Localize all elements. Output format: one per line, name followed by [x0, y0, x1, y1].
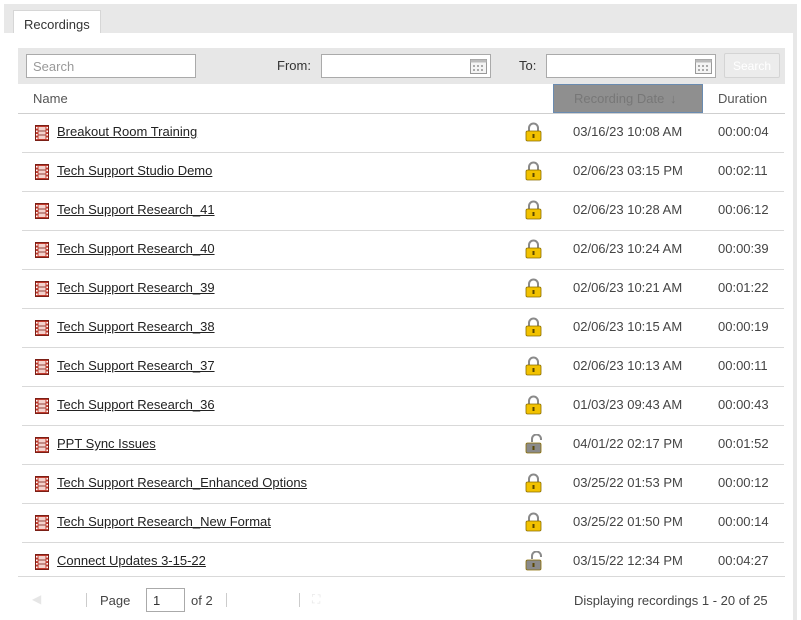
recording-date: 02/06/23 10:21 AM	[573, 280, 683, 295]
from-label: From:	[277, 58, 311, 73]
lock-closed-icon[interactable]	[525, 239, 542, 259]
divider	[299, 593, 300, 607]
to-date-field[interactable]	[546, 54, 716, 78]
film-icon	[35, 125, 49, 141]
recording-date: 03/25/22 01:53 PM	[573, 475, 683, 490]
recording-name-link[interactable]: Tech Support Research_41	[57, 202, 215, 217]
lock-closed-icon[interactable]	[525, 395, 542, 415]
lock-closed-icon[interactable]	[525, 122, 542, 142]
recording-name-link[interactable]: Connect Updates 3-15-22	[57, 553, 206, 568]
table-header: Name Recording Date ↓ Duration	[18, 84, 785, 114]
recording-duration: 00:00:39	[718, 241, 769, 256]
film-icon	[35, 359, 49, 375]
divider	[226, 593, 227, 607]
recording-date: 03/25/22 01:50 PM	[573, 514, 683, 529]
lock-closed-icon[interactable]	[525, 356, 542, 376]
table-row[interactable]: Tech Support Research_40 02/06/23 10:24 A…	[22, 231, 784, 270]
recording-name-link[interactable]: Tech Support Research_New Format	[57, 514, 271, 529]
table-row[interactable]: Tech Support Research_38 02/06/23 10:15 A…	[22, 309, 784, 348]
search-button[interactable]: Search	[724, 53, 780, 78]
film-icon	[35, 476, 49, 492]
recording-date: 03/15/22 12:34 PM	[573, 553, 683, 568]
recording-duration: 00:00:12	[718, 475, 769, 490]
film-icon	[35, 281, 49, 297]
lock-closed-icon[interactable]	[525, 473, 542, 493]
page-count-label: of 2	[191, 593, 213, 608]
table-row[interactable]: Tech Support Studio Demo 02/06/23 03:15 P…	[22, 153, 784, 192]
first-page-icon[interactable]: ◀	[32, 592, 41, 606]
calendar-icon[interactable]	[695, 58, 712, 74]
recording-duration: 00:00:14	[718, 514, 769, 529]
film-icon	[35, 203, 49, 219]
lock-closed-icon[interactable]	[525, 161, 542, 181]
recording-name-link[interactable]: Tech Support Studio Demo	[57, 163, 212, 178]
recording-date: 02/06/23 10:28 AM	[573, 202, 683, 217]
lock-closed-icon[interactable]	[525, 278, 542, 298]
recording-name-link[interactable]: Tech Support Research_38	[57, 319, 215, 334]
recording-date: 02/06/23 10:24 AM	[573, 241, 683, 256]
filter-toolbar: From: To: Search	[18, 48, 785, 84]
page-number-input[interactable]	[146, 588, 185, 612]
column-header-recording-date-label: Recording Date	[574, 91, 665, 106]
film-icon	[35, 242, 49, 258]
column-header-duration[interactable]: Duration	[718, 91, 767, 106]
recording-duration: 00:00:19	[718, 319, 769, 334]
recording-date: 02/06/23 10:15 AM	[573, 319, 683, 334]
recording-name-link[interactable]: Tech Support Research_37	[57, 358, 215, 373]
to-label: To:	[519, 58, 537, 73]
table-row[interactable]: Tech Support Research_39 02/06/23 10:21 A…	[22, 270, 784, 309]
recording-duration: 00:01:22	[718, 280, 769, 295]
film-icon	[35, 515, 49, 531]
sort-descending-icon: ↓	[670, 91, 677, 106]
recording-name-link[interactable]: Tech Support Research_40	[57, 241, 215, 256]
lock-open-icon[interactable]	[525, 434, 542, 454]
table-row[interactable]: Breakout Room Training 03/16/23 10:08 AM 0…	[22, 114, 784, 153]
lock-closed-icon[interactable]	[525, 200, 542, 220]
table-row[interactable]: Tech Support Research_37 02/06/23 10:13 A…	[22, 348, 784, 387]
recording-name-link[interactable]: Breakout Room Training	[57, 124, 197, 139]
film-icon	[35, 554, 49, 570]
recording-date: 04/01/22 02:17 PM	[573, 436, 683, 451]
film-icon	[35, 164, 49, 180]
recording-name-link[interactable]: Tech Support Research_Enhanced Options	[57, 475, 307, 490]
recording-date: 01/03/23 09:43 AM	[573, 397, 683, 412]
table-row[interactable]: Tech Support Research_Enhanced Options 03…	[22, 465, 784, 504]
pagination-status: Displaying recordings 1 - 20 of 25	[574, 593, 768, 608]
film-icon	[35, 437, 49, 453]
table-row[interactable]: Tech Support Research_41 02/06/23 10:28 A…	[22, 192, 784, 231]
search-input[interactable]	[26, 54, 196, 78]
film-icon	[35, 398, 49, 414]
table-row[interactable]: PPT Sync Issues 04/01/22 02:17 PM 00:01:52	[22, 426, 784, 465]
column-header-recording-date[interactable]: Recording Date ↓	[553, 84, 703, 113]
film-icon	[35, 320, 49, 336]
recording-date: 02/06/23 03:15 PM	[573, 163, 683, 178]
lock-open-icon[interactable]	[525, 551, 542, 571]
lock-closed-icon[interactable]	[525, 512, 542, 532]
recording-duration: 00:06:12	[718, 202, 769, 217]
table-row[interactable]: Tech Support Research_36 01/03/23 09:43 A…	[22, 387, 784, 426]
recording-duration: 00:00:04	[718, 124, 769, 139]
refresh-icon[interactable]: ⛶	[312, 592, 320, 607]
recording-date: 03/16/23 10:08 AM	[573, 124, 683, 139]
recording-duration: 00:00:43	[718, 397, 769, 412]
recording-duration: 00:04:27	[718, 553, 769, 568]
recording-date: 02/06/23 10:13 AM	[573, 358, 683, 373]
recordings-list: Breakout Room Training 03/16/23 10:08 AM 0…	[22, 114, 784, 582]
page-label: Page	[100, 593, 131, 608]
from-date-field[interactable]	[321, 54, 491, 78]
recording-duration: 00:00:11	[718, 358, 768, 373]
table-row[interactable]: Tech Support Research_New Format 03/25/22…	[22, 504, 784, 543]
pagination-bar: ◀ Page of 2 ⛶ Displaying recordings 1 - …	[18, 576, 785, 620]
recording-duration: 00:01:52	[718, 436, 769, 451]
recording-name-link[interactable]: PPT Sync Issues	[57, 436, 156, 451]
recording-name-link[interactable]: Tech Support Research_39	[57, 280, 215, 295]
recording-name-link[interactable]: Tech Support Research_36	[57, 397, 215, 412]
divider	[86, 593, 87, 607]
lock-closed-icon[interactable]	[525, 317, 542, 337]
column-header-name[interactable]: Name	[33, 91, 68, 106]
calendar-icon[interactable]	[470, 58, 487, 74]
recording-duration: 00:02:11	[718, 163, 768, 178]
